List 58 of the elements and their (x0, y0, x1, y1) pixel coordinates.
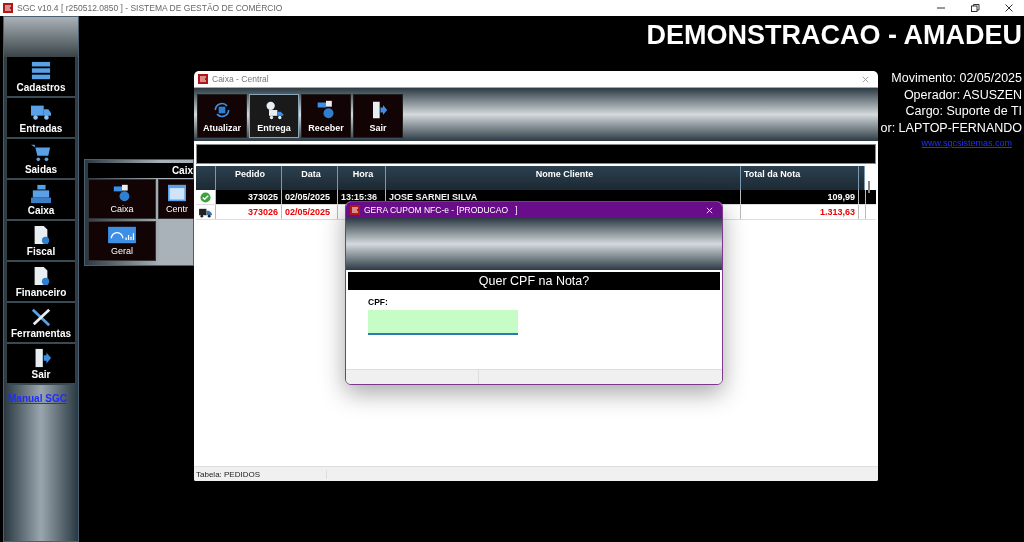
company-name: DEMONSTRACAO - AMADEU (646, 20, 1022, 51)
table-cell: 109,99 (827, 192, 855, 202)
stack-icon (30, 60, 52, 81)
app-logo-icon (350, 205, 360, 215)
column-header[interactable]: Pedido (216, 166, 282, 190)
toolbar-button[interactable]: Entrega (249, 94, 299, 138)
clock-truck-icon (264, 99, 284, 120)
session-info-line: Cargo: Suporte de TI (905, 103, 1022, 120)
session-info-line: Movimento: 02/05/2025 (891, 70, 1022, 87)
table-cell: 02/05/2025 (285, 207, 331, 217)
sidebar-item[interactable]: Sair (7, 344, 75, 385)
window-title: Caixa - Central (212, 74, 269, 84)
cpf-label: CPF: (368, 297, 388, 307)
restore-icon[interactable] (970, 3, 980, 13)
cash-register-icon (30, 183, 52, 204)
cpf-field[interactable] (368, 310, 518, 335)
cart-icon (30, 142, 52, 163)
toolbar-button[interactable]: Atualizar (197, 94, 247, 138)
column-header[interactable]: Nome Cliente (386, 166, 741, 190)
session-info-line: Operador: ASUSZEN (903, 86, 1022, 103)
scrollbar-thumb[interactable] (868, 181, 870, 193)
column-header[interactable]: Hora (338, 166, 386, 190)
question-text: Quer CPF na Nota? (348, 272, 720, 290)
column-header[interactable]: Data (282, 166, 338, 190)
table-cell: 1.313,63 (819, 207, 855, 217)
sidebar-item[interactable]: Cadastros (7, 57, 75, 98)
table-cell: 373026 (247, 207, 278, 217)
sidebar-item[interactable]: Entradas (7, 98, 75, 139)
submenu-button[interactable]: Caixa (88, 179, 156, 219)
column-header[interactable]: Total da Nota (741, 166, 859, 190)
sidebar-item[interactable]: Saidas (7, 139, 75, 180)
app-logo-icon (3, 3, 13, 13)
sidebar-item[interactable]: Fiscal (7, 221, 75, 262)
submenu-button[interactable]: Centr (158, 179, 196, 219)
toolbar-button[interactable]: Sair (353, 94, 403, 138)
money-bag-icon (316, 99, 336, 120)
dialog-title: GERA CUPOM NFC-e - [PRODUCAO ] (364, 205, 518, 215)
money-bag-icon (112, 184, 132, 202)
tools-icon (30, 306, 52, 327)
app-logo-icon (198, 74, 208, 84)
window-icon (167, 184, 187, 202)
table-cell: 02/05/2025 (285, 192, 331, 202)
table-cell: 13:15:36 (341, 192, 378, 202)
session-info-line: or: LAPTOP-FERNANDO (880, 119, 1022, 136)
sidebar-item[interactable]: Caixa (7, 180, 75, 221)
column-header (196, 166, 216, 190)
sidebar-item[interactable]: Ferramentas (7, 303, 75, 344)
sidebar-item[interactable]: Financeiro (7, 262, 75, 303)
submenu-button[interactable]: Geral (88, 221, 156, 261)
toolbar-button[interactable]: Receber (301, 94, 351, 138)
table-cell: JOSE SARNEI SILVA (389, 192, 478, 202)
status-text: Tabela: PEDIDOS (194, 469, 327, 479)
column-header (859, 166, 865, 190)
submenu-title: Caix (88, 163, 193, 178)
dashboard-icon (106, 226, 138, 244)
table-cell: 373025 (247, 192, 278, 202)
close-icon[interactable] (1004, 3, 1014, 13)
window-title: SGC v10.4 [ r250512.0850 ] - SISTEMA DE GESTÃO DE COMÉRCIO (17, 3, 283, 13)
